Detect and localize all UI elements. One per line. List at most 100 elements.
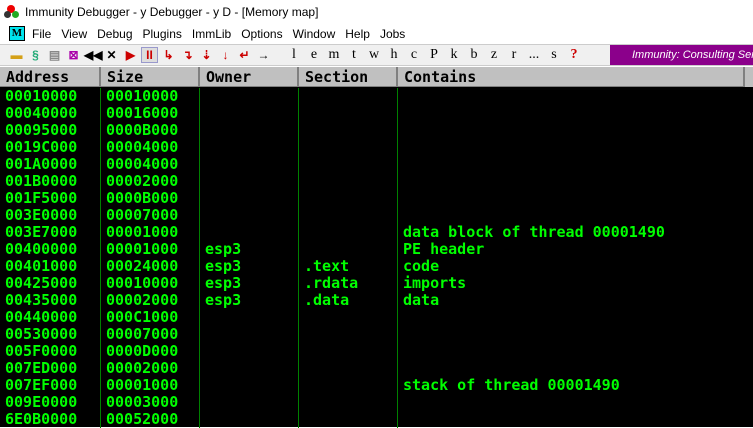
pause-icon[interactable]: II xyxy=(141,47,158,63)
column-header-address[interactable]: Address xyxy=(0,67,101,87)
cell-owner xyxy=(200,139,299,156)
table-row[interactable]: 00530000 00007000 xyxy=(0,326,753,343)
table-row[interactable]: 00040000 00016000 xyxy=(0,105,753,122)
cell-address: 6E0B0000 xyxy=(0,411,101,428)
cell-owner xyxy=(200,394,299,411)
cell-address: 007EF000 xyxy=(0,377,101,394)
cell-section xyxy=(299,394,398,411)
consulting-banner[interactable]: Immunity: Consulting Services xyxy=(610,45,753,65)
close-file-icon[interactable]: ▤ xyxy=(46,48,63,62)
toolbar-log[interactable]: l xyxy=(284,47,304,63)
cell-owner xyxy=(200,190,299,207)
table-row[interactable]: 00425000 00010000 esp3 .rdata imports xyxy=(0,275,753,292)
go-to-icon[interactable]: → xyxy=(255,48,272,62)
table-row[interactable]: 003E0000 00007000 xyxy=(0,207,753,224)
cell-address: 00040000 xyxy=(0,105,101,122)
cell-owner xyxy=(200,309,299,326)
cell-contains xyxy=(398,343,745,360)
table-row[interactable]: 00400000 00001000 esp3 PE header xyxy=(0,241,753,258)
cell-contains: stack of thread 00001490 xyxy=(403,376,620,394)
menu-window[interactable]: Window xyxy=(293,27,336,41)
cell-address: 00435000 xyxy=(0,292,101,309)
help-icon[interactable]: ? xyxy=(564,47,584,63)
cell-owner: esp3 xyxy=(200,258,299,275)
cell-contains xyxy=(398,411,745,428)
toolbar-source[interactable]: s xyxy=(544,47,564,63)
cell-section xyxy=(299,411,398,428)
attach-icon[interactable]: § xyxy=(27,48,44,62)
menu-bar: M File View Debug Plugins ImmLib Options… xyxy=(0,23,753,44)
toolbar-threads[interactable]: t xyxy=(344,47,364,63)
cell-contains: imports xyxy=(403,274,467,292)
table-row[interactable]: 0019C000 00004000 xyxy=(0,139,753,156)
cell-section xyxy=(299,88,398,105)
menu-plugins[interactable]: Plugins xyxy=(143,27,182,41)
cell-section xyxy=(299,190,398,207)
cell-address: 00530000 xyxy=(0,326,101,343)
execute-till-return-icon[interactable]: ↵ xyxy=(236,48,253,62)
cell-contains: data block of thread 00001490 xyxy=(403,223,665,241)
cell-size: 00001000 xyxy=(101,241,200,258)
trace-into-icon[interactable]: ⇣ xyxy=(198,48,215,62)
open-folder-icon[interactable]: ▬ xyxy=(8,48,25,62)
table-row[interactable]: 001A0000 00004000 xyxy=(0,156,753,173)
table-row[interactable]: 003E7000 00001000 data block of thread 000… xyxy=(0,224,753,241)
column-header-section[interactable]: Section xyxy=(299,67,398,87)
menu-view[interactable]: View xyxy=(61,27,87,41)
cell-section xyxy=(299,377,398,394)
restart-icon[interactable]: ⊠ xyxy=(65,48,82,62)
cell-owner xyxy=(200,411,299,428)
cell-contains xyxy=(398,173,745,190)
toolbar-executable[interactable]: e xyxy=(304,47,324,63)
cell-address: 00401000 xyxy=(0,258,101,275)
cell-contains xyxy=(398,122,745,139)
cell-section: .text xyxy=(299,258,398,275)
table-row[interactable]: 00401000 00024000 esp3 .text code xyxy=(0,258,753,275)
column-header-size[interactable]: Size xyxy=(101,67,200,87)
cell-address: 005F0000 xyxy=(0,343,101,360)
toolbar-breakpoints[interactable]: b xyxy=(464,47,484,63)
toolbar-cpu[interactable]: c xyxy=(404,47,424,63)
menu-help[interactable]: Help xyxy=(345,27,370,41)
rewind-icon[interactable]: ◀◀ xyxy=(84,48,102,62)
toolbar-memory[interactable]: m xyxy=(324,47,344,63)
table-row[interactable]: 00010000 00010000 xyxy=(0,88,753,105)
cell-section xyxy=(299,241,398,258)
toolbar-more[interactable]: ... xyxy=(524,47,544,63)
column-header-owner[interactable]: Owner xyxy=(200,67,299,87)
table-row[interactable]: 00095000 0000B000 xyxy=(0,122,753,139)
stop-icon[interactable]: ✕ xyxy=(103,48,120,62)
table-row[interactable]: 001F5000 0000B000 xyxy=(0,190,753,207)
menu-options[interactable]: Options xyxy=(241,27,282,41)
table-row[interactable]: 007ED000 00002000 xyxy=(0,360,753,377)
table-row[interactable]: 001B0000 00002000 xyxy=(0,173,753,190)
cell-address: 00400000 xyxy=(0,241,101,258)
step-over-icon[interactable]: ↴ xyxy=(179,48,196,62)
toolbar-run-trace[interactable]: r xyxy=(504,47,524,63)
cell-section xyxy=(299,343,398,360)
toolbar-patches[interactable]: P xyxy=(424,47,444,63)
table-header: Address Size Owner Section Contains xyxy=(0,67,753,87)
cell-section xyxy=(299,224,398,241)
column-header-contains[interactable]: Contains xyxy=(398,67,745,87)
table-row[interactable]: 007EF000 00001000 stack of thread 00001490 xyxy=(0,377,753,394)
trace-over-icon[interactable]: ↓ xyxy=(217,48,234,62)
table-row[interactable]: 00435000 00002000 esp3 .data data xyxy=(0,292,753,309)
toolbar-windows[interactable]: w xyxy=(364,47,384,63)
run-icon[interactable]: ▶ xyxy=(122,48,139,62)
table-row[interactable]: 009E0000 00003000 xyxy=(0,394,753,411)
table-row[interactable]: 00440000 000C1000 xyxy=(0,309,753,326)
table-row[interactable]: 6E0B0000 00052000 xyxy=(0,411,753,428)
cell-owner xyxy=(200,343,299,360)
menu-file[interactable]: File xyxy=(32,27,51,41)
mdi-child-icon[interactable]: M xyxy=(9,26,25,41)
menu-immlib[interactable]: ImmLib xyxy=(192,27,231,41)
table-row[interactable]: 005F0000 0000D000 xyxy=(0,343,753,360)
toolbar-handles[interactable]: h xyxy=(384,47,404,63)
menu-jobs[interactable]: Jobs xyxy=(380,27,405,41)
menu-debug[interactable]: Debug xyxy=(97,27,132,41)
step-into-icon[interactable]: ↳ xyxy=(160,48,177,62)
toolbar-call-stack[interactable]: k xyxy=(444,47,464,63)
cell-size: 00010000 xyxy=(101,88,200,105)
toolbar-hw-breakpoints[interactable]: z xyxy=(484,47,504,63)
